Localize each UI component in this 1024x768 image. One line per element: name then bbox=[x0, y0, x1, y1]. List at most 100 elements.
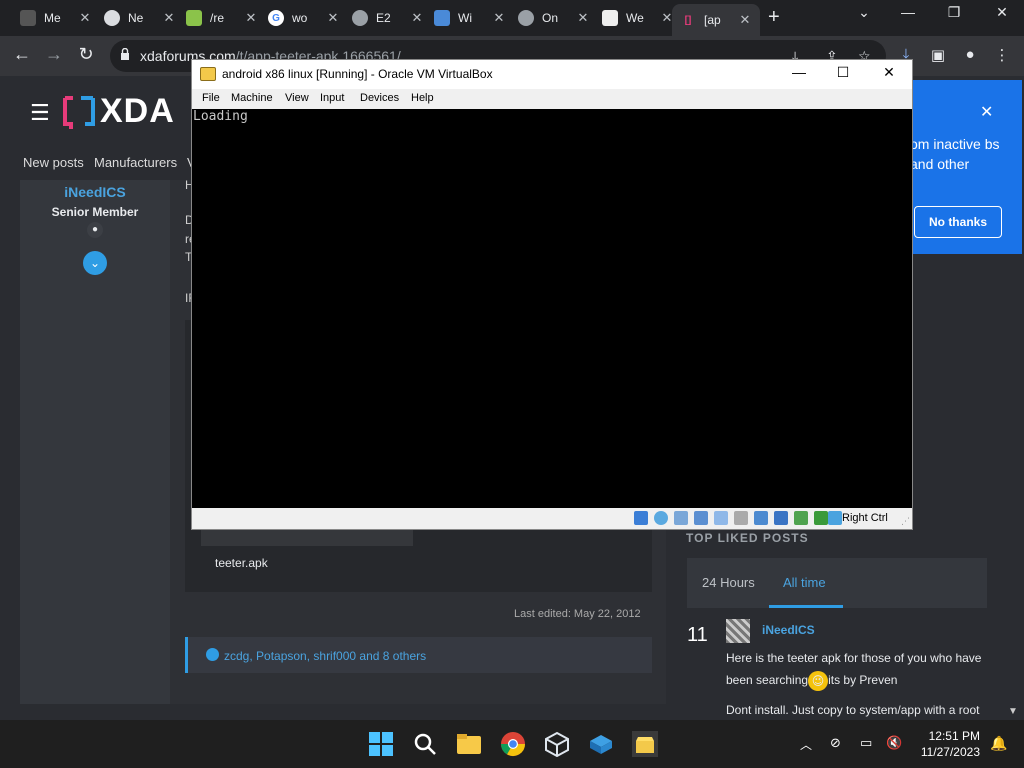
chevron-up-icon[interactable]: ︿ bbox=[800, 736, 812, 753]
maximize-icon[interactable]: ☐ bbox=[828, 64, 858, 81]
scroll-down-arrow-icon[interactable]: ▼ bbox=[1008, 706, 1018, 717]
menu-file[interactable]: File bbox=[202, 92, 220, 104]
display-icon[interactable] bbox=[754, 511, 768, 525]
cpu-icon[interactable] bbox=[794, 511, 808, 525]
nav-manufacturers[interactable]: Manufacturers bbox=[94, 155, 177, 170]
display-icon[interactable]: ▭ bbox=[860, 735, 872, 751]
liked-post-text: Here is the teeter apk for those of you … bbox=[726, 647, 996, 691]
browser-tab[interactable]: Ne ✕ bbox=[104, 5, 176, 31]
close-icon[interactable]: ✕ bbox=[738, 12, 752, 28]
top-liked-title: TOP LIKED POSTS bbox=[686, 531, 809, 545]
network-icon[interactable] bbox=[694, 511, 708, 525]
network-off-icon[interactable]: ⊘ bbox=[830, 735, 841, 751]
author-name[interactable]: iNeedICS bbox=[20, 184, 170, 200]
virtualbox-cube-icon[interactable] bbox=[544, 731, 570, 757]
virtualbox-icon[interactable] bbox=[588, 731, 614, 757]
close-icon[interactable]: ✕ bbox=[162, 10, 176, 26]
browser-tab[interactable]: On ✕ bbox=[518, 5, 590, 31]
hard-disk-icon[interactable] bbox=[634, 511, 648, 525]
menu-input[interactable]: Input bbox=[320, 92, 344, 104]
top-liked-section: TOP LIKED POSTS 24 Hours All time 11 iNe… bbox=[672, 516, 1012, 720]
usb-icon[interactable] bbox=[714, 511, 728, 525]
resize-grip-icon[interactable]: ⋰ bbox=[901, 516, 910, 527]
forward-icon[interactable]: → bbox=[42, 44, 66, 65]
menu-help[interactable]: Help bbox=[411, 92, 434, 104]
avatar[interactable] bbox=[726, 619, 750, 643]
menu-view[interactable]: View bbox=[285, 92, 309, 104]
file-explorer-icon[interactable] bbox=[456, 731, 482, 757]
minimize-icon[interactable]: — bbox=[784, 64, 814, 80]
host-key-label: Right Ctrl bbox=[842, 512, 888, 524]
notification-bell-icon[interactable]: 🔔 bbox=[990, 735, 1007, 752]
virtualbox-icon bbox=[200, 67, 216, 81]
optical-drive-icon[interactable] bbox=[654, 511, 668, 525]
keyboard-icon[interactable] bbox=[828, 511, 842, 525]
user-icon[interactable]: ● bbox=[87, 222, 103, 238]
new-tab-button[interactable]: + bbox=[768, 7, 780, 27]
side-panel-icon[interactable]: ▣ bbox=[928, 46, 948, 64]
tab-label: /re bbox=[210, 11, 225, 25]
menu-icon[interactable]: ⋮ bbox=[992, 46, 1012, 64]
attachment-name[interactable]: teeter.apk bbox=[215, 556, 268, 570]
menu-devices[interactable]: Devices bbox=[360, 92, 399, 104]
minimize-icon[interactable]: — bbox=[888, 4, 928, 20]
back-icon[interactable]: ← bbox=[10, 44, 34, 65]
close-icon[interactable]: ✕ bbox=[410, 10, 424, 26]
figure-icon bbox=[602, 10, 618, 26]
browser-tab[interactable]: Wi ✕ bbox=[434, 5, 506, 31]
browser-tab[interactable]: G wo ✕ bbox=[268, 5, 340, 31]
vm-running-icon[interactable] bbox=[632, 731, 658, 757]
close-icon[interactable]: ✕ bbox=[874, 64, 904, 81]
chevron-down-icon[interactable]: ⌄ bbox=[83, 251, 107, 275]
close-icon[interactable]: ✕ bbox=[576, 10, 590, 26]
vbox-titlebar[interactable]: android x86 linux [Running] - Oracle VM … bbox=[192, 60, 912, 89]
tab-label: wo bbox=[292, 11, 308, 25]
browser-tab[interactable]: /re ✕ bbox=[186, 5, 258, 31]
tab-label: E2 bbox=[376, 11, 391, 25]
close-icon[interactable]: ✕ bbox=[326, 10, 340, 26]
chrome-memory-saver-popup: ✕ om inactive bs and other No thanks bbox=[896, 80, 1022, 254]
hamburger-icon[interactable]: ☰ bbox=[30, 100, 50, 126]
browser-tab[interactable]: Me ✕ bbox=[20, 5, 92, 31]
shared-folders-icon[interactable] bbox=[734, 511, 748, 525]
post-author[interactable]: iNeedICS bbox=[762, 623, 815, 637]
browser-tab[interactable]: E2 ✕ bbox=[352, 5, 424, 31]
close-icon[interactable]: ✕ bbox=[492, 10, 506, 26]
tab-24-hours[interactable]: 24 Hours bbox=[702, 575, 755, 590]
xda-icon: [] bbox=[684, 14, 692, 26]
volume-muted-icon[interactable]: 🔇 bbox=[886, 735, 902, 751]
profile-icon[interactable]: ● bbox=[960, 46, 980, 63]
taskbar-clock[interactable]: 12:51 PM bbox=[916, 729, 980, 743]
close-icon[interactable]: ✕ bbox=[244, 10, 258, 26]
chrome-icon[interactable] bbox=[500, 731, 526, 757]
taskbar-date[interactable]: 11/27/2023 bbox=[916, 745, 980, 759]
recording-icon[interactable] bbox=[774, 511, 788, 525]
windows-start-icon[interactable] bbox=[368, 731, 394, 757]
close-icon[interactable]: ✕ bbox=[980, 102, 993, 122]
lock-icon bbox=[121, 48, 129, 60]
reload-icon[interactable]: ↻ bbox=[74, 44, 98, 65]
menu-machine[interactable]: Machine bbox=[231, 92, 273, 104]
close-icon[interactable]: ✕ bbox=[78, 10, 92, 26]
tab-strip: Me ✕ Ne ✕ /re ✕ G wo ✕ E2 ✕ Wi ✕ On ✕ We… bbox=[0, 0, 1024, 36]
mouse-integration-icon[interactable] bbox=[814, 511, 828, 525]
thumbs-up-icon bbox=[206, 648, 219, 661]
tab-label: Me bbox=[44, 11, 61, 25]
likes-bar: zcdg, Potapson, shrif000 and 8 others bbox=[185, 637, 652, 673]
tab-search-icon[interactable]: ⌄ bbox=[844, 4, 884, 21]
nav-new-posts[interactable]: New posts bbox=[23, 155, 84, 170]
browser-tab[interactable]: We ✕ bbox=[602, 5, 674, 31]
search-icon[interactable] bbox=[412, 731, 438, 757]
vm-display[interactable]: Loading bbox=[192, 109, 912, 508]
last-edited: Last edited: May 22, 2012 bbox=[514, 608, 641, 620]
restore-icon[interactable]: ❐ bbox=[934, 4, 974, 21]
site-logo[interactable]: XDA bbox=[100, 92, 175, 131]
browser-tab-active[interactable]: [] [ap ✕ bbox=[672, 4, 760, 36]
no-thanks-button[interactable]: No thanks bbox=[914, 206, 1002, 238]
tab-all-time[interactable]: All time bbox=[783, 575, 826, 590]
likes-list[interactable]: zcdg, Potapson, shrif000 and 8 others bbox=[224, 649, 426, 663]
close-window-icon[interactable]: ✕ bbox=[982, 4, 1022, 21]
active-tab-indicator bbox=[769, 605, 843, 608]
audio-icon[interactable] bbox=[674, 511, 688, 525]
windows-taskbar: ︿ ⊘ ▭ 🔇 12:51 PM 11/27/2023 🔔 bbox=[0, 720, 1024, 768]
